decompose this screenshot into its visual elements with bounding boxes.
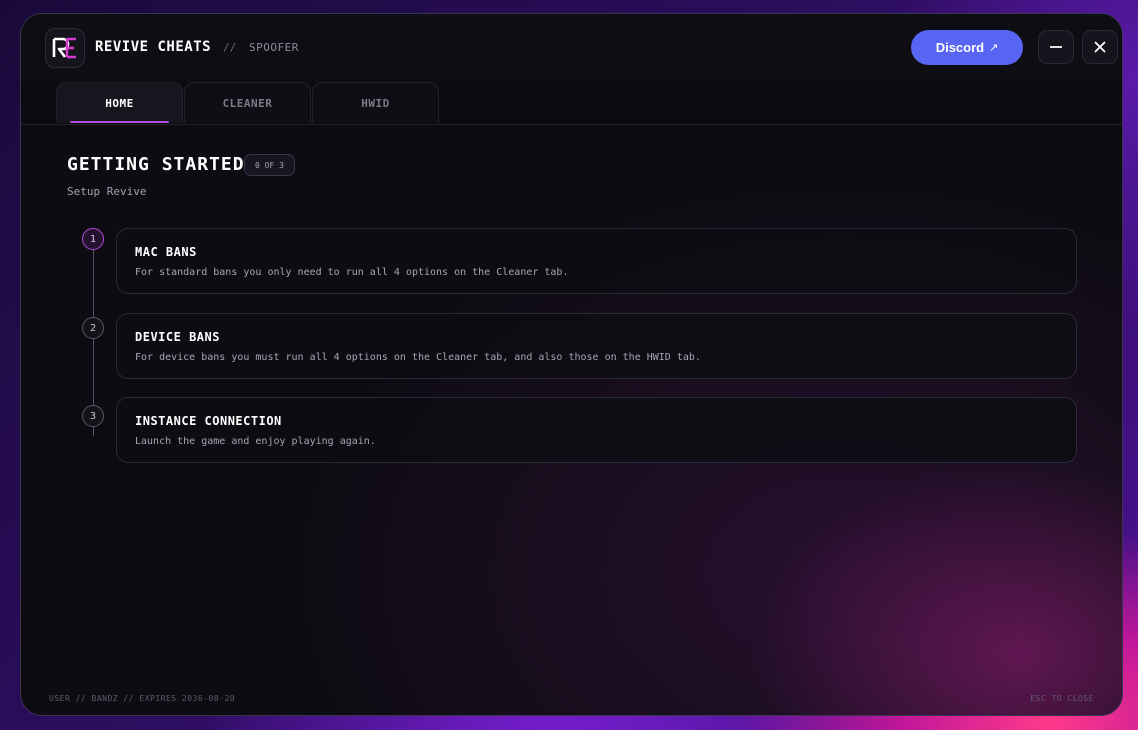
step-card-instance-connection[interactable]: INSTANCE CONNECTION Launch the game and … bbox=[116, 397, 1077, 463]
app-title: REVIVE CHEATS bbox=[95, 39, 212, 55]
discord-button-label: Discord bbox=[935, 40, 985, 55]
app-window: REVIVE CHEATS // SPOOFER Discord ↗ HOME … bbox=[20, 13, 1123, 716]
progress-badge: 0 OF 3 bbox=[244, 154, 295, 176]
revive-logo-icon bbox=[45, 28, 85, 68]
tab-hwid[interactable]: HWID bbox=[312, 82, 439, 123]
step-number-1: 1 bbox=[82, 228, 104, 250]
page-title: GETTING STARTED bbox=[67, 154, 245, 175]
discord-button[interactable]: Discord ↗ bbox=[911, 30, 1023, 65]
tab-home[interactable]: HOME bbox=[56, 82, 183, 123]
close-hint: ESC TO CLOSE bbox=[1030, 694, 1094, 703]
minimize-icon bbox=[1050, 46, 1062, 48]
step-title: MAC BANS bbox=[135, 245, 197, 259]
step-card-device-bans[interactable]: DEVICE BANS For device bans you must run… bbox=[116, 313, 1077, 379]
close-button[interactable] bbox=[1082, 30, 1118, 64]
step-title: INSTANCE CONNECTION bbox=[135, 414, 282, 428]
title-bar: REVIVE CHEATS // SPOOFER Discord ↗ bbox=[21, 14, 1122, 82]
tab-bar: HOME CLEANER HWID bbox=[21, 81, 1122, 125]
tab-cleaner[interactable]: CLEANER bbox=[184, 82, 311, 123]
title-separator: // bbox=[223, 41, 237, 54]
step-description: For standard bans you only need to run a… bbox=[135, 267, 569, 278]
user-info: USER // BANDZ // EXPIRES 2036-08-20 bbox=[49, 694, 236, 703]
step-number-3: 3 bbox=[82, 405, 104, 427]
step-card-mac-bans[interactable]: MAC BANS For standard bans you only need… bbox=[116, 228, 1077, 294]
step-description: For device bans you must run all 4 optio… bbox=[135, 352, 701, 363]
app-subtitle: SPOOFER bbox=[249, 41, 299, 54]
step-description: Launch the game and enjoy playing again. bbox=[135, 436, 376, 447]
external-link-icon: ↗ bbox=[989, 42, 999, 54]
minimize-button[interactable] bbox=[1038, 30, 1074, 64]
page-subtitle: Setup Revive bbox=[67, 185, 147, 198]
step-title: DEVICE BANS bbox=[135, 330, 220, 344]
close-icon bbox=[1094, 41, 1106, 53]
step-number-2: 2 bbox=[82, 317, 104, 339]
